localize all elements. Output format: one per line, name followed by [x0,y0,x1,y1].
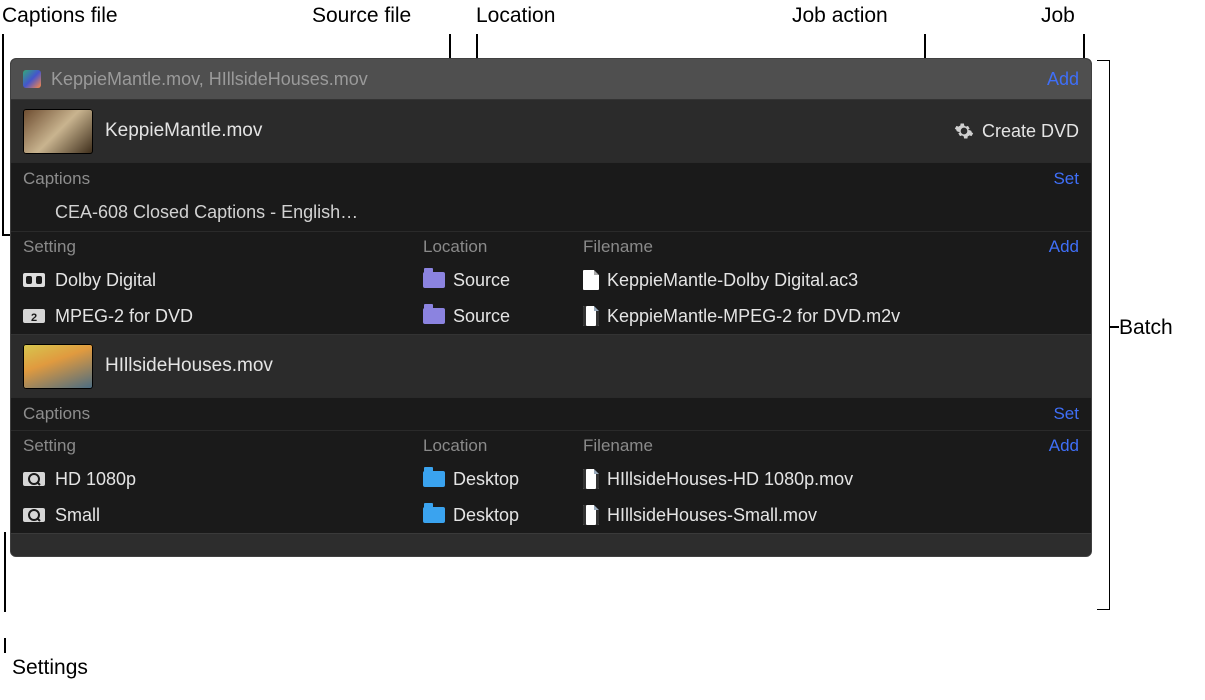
setting-name: MPEG-2 for DVD [55,306,193,327]
annotation-label: Settings [12,656,88,679]
col-filename: Filename [583,436,1035,456]
annotation-label: Location [476,4,555,27]
annotation-label: Job action [792,4,888,27]
job: HIllsideHouses.mov Captions Set Setting … [11,334,1091,533]
job-action-label: Create DVD [982,121,1079,142]
bracket-batch [1097,60,1110,610]
annotation-job-action: Job action [792,4,888,28]
settings-columns-header: Setting Location Filename Add [11,231,1091,262]
folder-icon [423,471,445,487]
col-filename: Filename [583,237,1035,257]
source-file-name: KeppieMantle.mov [105,120,942,142]
job-header[interactable]: HIllsideHouses.mov [11,335,1091,397]
output-filename: HIllsideHouses-HD 1080p.mov [607,469,853,490]
file-icon [583,306,599,326]
settings-add-button[interactable]: Add [1035,237,1079,257]
setting-row[interactable]: HD 1080p Desktop HIllsideHouses-HD 1080p… [11,461,1091,497]
setting-row[interactable]: 2 MPEG-2 for DVD Source KeppieMantle-MPE… [11,298,1091,334]
svg-text:2: 2 [31,312,37,324]
panel-footer [11,533,1091,556]
setting-row[interactable]: Small Desktop HIllsideHouses-Small.mov [11,497,1091,533]
annotation-location: Location [476,4,555,28]
col-location: Location [423,436,583,456]
annotation-source-file: Source file [312,4,411,28]
job-header[interactable]: KeppieMantle.mov Create DVD [11,100,1091,162]
compressor-app-icon [23,70,41,88]
setting-name: Dolby Digital [55,270,156,291]
captions-label: Captions [23,404,1053,424]
col-location: Location [423,237,583,257]
folder-icon [423,308,445,324]
job: KeppieMantle.mov Create DVD Captions Set… [11,99,1091,334]
file-icon [583,469,599,489]
output-filename: HIllsideHouses-Small.mov [607,505,817,526]
settings-add-button[interactable]: Add [1035,436,1079,456]
captions-label: Captions [23,169,1053,189]
setting-name: HD 1080p [55,469,136,490]
annotation-batch: Batch [1119,316,1173,340]
col-setting: Setting [23,436,423,456]
batch-panel: KeppieMantle.mov, HIllsideHouses.mov Add… [10,58,1092,557]
settings-columns-header: Setting Location Filename Add [11,430,1091,461]
annotation-label: Captions file [2,4,118,27]
dolby-icon [23,271,45,289]
folder-icon [423,507,445,523]
output-filename: KeppieMantle-MPEG-2 for DVD.m2v [607,306,900,327]
annotation-label: Batch [1119,316,1173,339]
batch-add-button[interactable]: Add [1047,69,1079,90]
captions-set-button[interactable]: Set [1053,169,1079,189]
quicktime-icon [23,506,45,524]
file-icon [583,505,599,525]
file-icon [583,270,599,290]
annotation-label: Job [1041,4,1075,27]
annotation-settings: Settings [12,656,88,680]
setting-name: Small [55,505,100,526]
annotation-captions-file: Captions file [2,4,118,28]
captions-section: Captions Set [11,162,1091,195]
source-thumbnail [23,109,93,154]
col-setting: Setting [23,237,423,257]
annotation-job: Job [1041,4,1075,28]
caption-file-name: CEA-608 Closed Captions - English… [55,202,358,223]
batch-header[interactable]: KeppieMantle.mov, HIllsideHouses.mov Add [11,59,1091,99]
annotation-label: Source file [312,4,411,27]
quicktime-icon [23,470,45,488]
captions-section: Captions Set [11,397,1091,430]
output-filename: KeppieMantle-Dolby Digital.ac3 [607,270,858,291]
setting-row[interactable]: Dolby Digital Source KeppieMantle-Dolby … [11,262,1091,298]
bracket-connector [1109,326,1119,328]
captions-set-button[interactable]: Set [1053,404,1079,424]
location-name: Source [453,270,510,291]
gear-icon [954,121,974,141]
job-action-button[interactable]: Create DVD [954,121,1079,142]
caption-file-row[interactable]: CEA-608 Closed Captions - English… [11,195,1091,231]
folder-icon [423,272,445,288]
source-file-name: HIllsideHouses.mov [105,355,1079,377]
location-name: Source [453,306,510,327]
location-name: Desktop [453,469,519,490]
location-name: Desktop [453,505,519,526]
batch-title: KeppieMantle.mov, HIllsideHouses.mov [51,69,1039,90]
mpeg2-icon: 2 [23,307,45,325]
source-thumbnail [23,344,93,389]
